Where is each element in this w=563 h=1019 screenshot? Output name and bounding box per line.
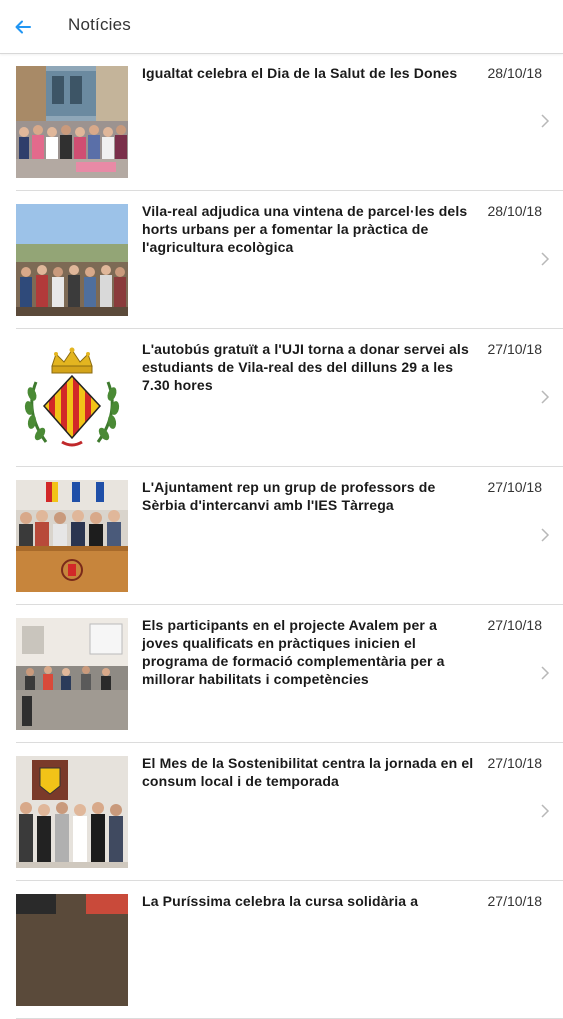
news-thumbnail <box>16 204 128 316</box>
news-date: 28/10/18 <box>487 65 543 81</box>
news-thumbnail <box>16 618 128 730</box>
news-date: 28/10/18 <box>487 203 543 219</box>
news-title: Igualtat celebra el Dia de la Salut de l… <box>142 65 458 81</box>
chevron-right-icon <box>541 114 550 128</box>
news-date: 27/10/18 <box>487 341 543 357</box>
news-item[interactable]: El Mes de la Sostenibilitat centra la jo… <box>16 743 563 881</box>
news-title: L'autobús gratuït a l'UJI torna a donar … <box>142 341 469 393</box>
page-title: Notícies <box>68 15 132 34</box>
chevron-right-icon <box>541 804 550 818</box>
news-date: 27/10/18 <box>487 479 543 495</box>
news-title: El Mes de la Sostenibilitat centra la jo… <box>142 755 474 789</box>
news-date: 27/10/18 <box>487 893 543 909</box>
news-item[interactable]: Vila-real adjudica una vintena de parcel… <box>16 191 563 329</box>
chevron-right-icon <box>541 252 550 266</box>
chevron-right-icon <box>541 390 550 404</box>
news-date: 27/10/18 <box>487 617 543 633</box>
news-date: 27/10/18 <box>487 755 543 771</box>
chevron-right-icon <box>541 528 550 542</box>
chevron-right-icon <box>541 666 550 680</box>
news-item[interactable]: Igualtat celebra el Dia de la Salut de l… <box>16 53 563 191</box>
news-thumbnail <box>16 894 128 1006</box>
news-title: Els participants en el projecte Avalem p… <box>142 617 445 687</box>
news-title: L'Ajuntament rep un grup de professors d… <box>142 479 436 513</box>
coat-of-arms-icon <box>16 342 128 454</box>
news-item[interactable]: Els participants en el projecte Avalem p… <box>16 605 563 743</box>
news-item[interactable]: L'Ajuntament rep un grup de professors d… <box>16 467 563 605</box>
news-title: La Puríssima celebra la cursa solidària … <box>142 893 419 909</box>
news-list: Igualtat celebra el Dia de la Salut de l… <box>0 53 563 1019</box>
app-bar: Notícies <box>0 0 563 54</box>
news-thumbnail <box>16 756 128 868</box>
news-thumbnail <box>16 66 128 178</box>
back-button[interactable] <box>8 12 38 42</box>
news-item[interactable]: L'autobús gratuït a l'UJI torna a donar … <box>16 329 563 467</box>
news-thumbnail <box>16 342 128 454</box>
news-item[interactable]: La Puríssima celebra la cursa solidària … <box>16 881 563 1019</box>
arrow-left-icon <box>15 20 31 34</box>
news-title: Vila-real adjudica una vintena de parcel… <box>142 203 468 255</box>
news-thumbnail <box>16 480 128 592</box>
